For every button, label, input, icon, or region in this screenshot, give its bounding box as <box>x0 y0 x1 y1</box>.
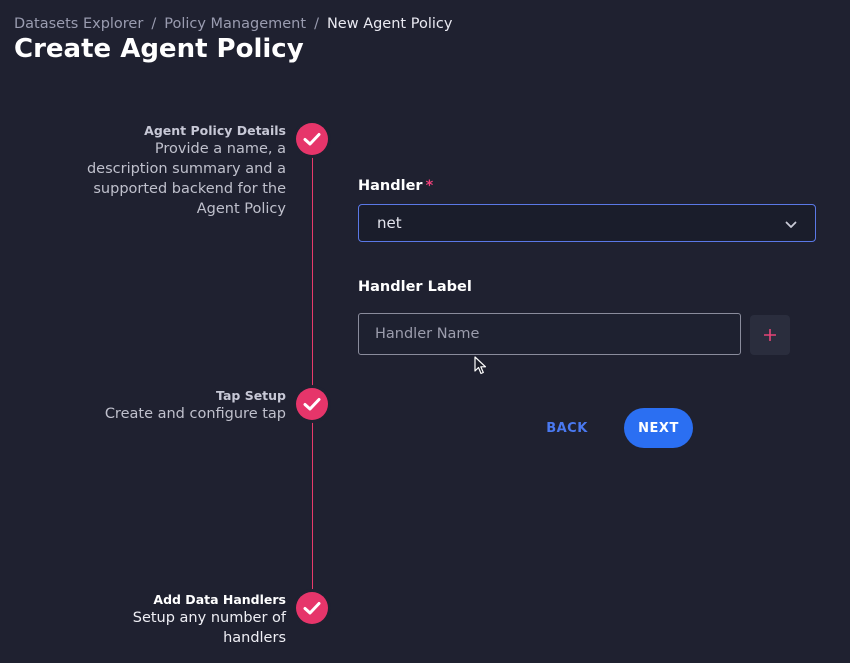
step-description-line: Create and configure tap <box>104 406 286 422</box>
handler-select-value: net <box>377 214 402 232</box>
step-add-data-handlers[interactable]: Add Data Handlers Setup any number of ha… <box>133 592 286 648</box>
step-title: Add Data Handlers <box>153 592 286 607</box>
step-description-line: Agent Policy <box>196 201 286 217</box>
step-agent-policy-details[interactable]: Agent Policy Details Provide a name, a d… <box>87 123 286 219</box>
plus-icon <box>763 324 777 346</box>
next-button[interactable]: NEXT <box>624 408 693 448</box>
handler-label: Handler * <box>358 178 433 194</box>
chevron-down-icon <box>785 214 797 233</box>
step-description-line: description summary and a <box>86 161 286 177</box>
breadcrumb-separator: / <box>151 16 157 32</box>
step-tap-setup[interactable]: Tap Setup Create and configure tap <box>105 388 286 424</box>
breadcrumb-item-datasets-explorer[interactable]: Datasets Explorer <box>14 16 143 32</box>
handler-label-field-label: Handler Label <box>358 279 472 295</box>
breadcrumb-item-policy-management[interactable]: Policy Management <box>164 16 306 32</box>
handler-select[interactable]: net <box>358 204 816 242</box>
step-description-line: supported backend for the <box>93 181 286 197</box>
page-title: Create Agent Policy <box>14 34 304 64</box>
check-icon <box>296 388 328 420</box>
check-icon <box>296 123 328 155</box>
step-title: Agent Policy Details <box>144 123 286 138</box>
breadcrumb: Datasets Explorer / Policy Management / New … <box>14 16 452 32</box>
handler-name-input[interactable] <box>358 313 741 355</box>
check-icon <box>296 592 328 624</box>
handler-label-text: Handler <box>358 178 423 194</box>
step-description-line: handlers <box>223 630 286 646</box>
breadcrumb-separator: / <box>314 16 319 32</box>
mouse-cursor-icon <box>474 356 488 376</box>
required-mark: * <box>425 178 434 194</box>
back-button[interactable]: BACK <box>536 409 598 447</box>
step-description-line: Setup any number of <box>132 610 286 626</box>
stepper-line <box>311 140 313 610</box>
step-description-line: Provide a name, a <box>154 141 286 157</box>
step-title: Tap Setup <box>216 388 286 403</box>
breadcrumb-current: New Agent Policy <box>326 16 453 32</box>
add-handler-label-button[interactable] <box>750 315 790 355</box>
